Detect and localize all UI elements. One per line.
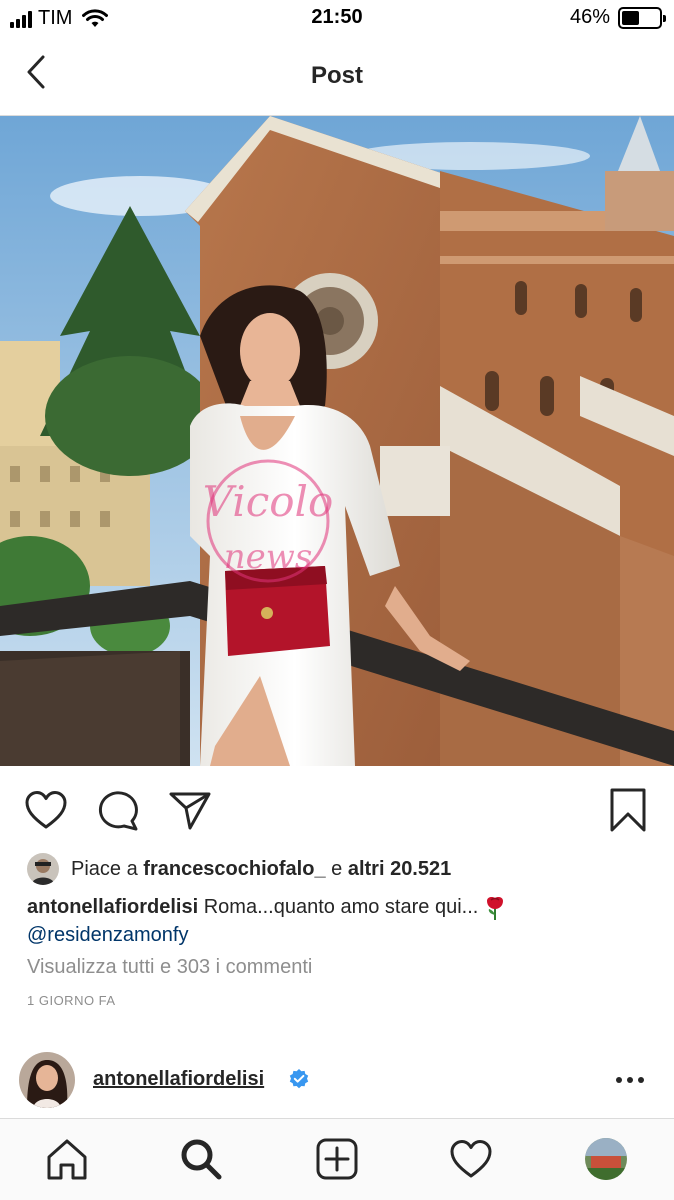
search-icon bbox=[181, 1139, 222, 1180]
watermark-line1: Vicolo bbox=[203, 477, 334, 526]
rose-emoji-icon bbox=[487, 896, 504, 920]
profile-avatar bbox=[585, 1138, 627, 1180]
like-button[interactable] bbox=[22, 786, 70, 834]
next-post-username[interactable]: antonellafiordelisi bbox=[93, 1068, 264, 1091]
bottom-tab-bar bbox=[0, 1118, 674, 1200]
tab-search[interactable] bbox=[173, 1133, 229, 1185]
activity-heart-icon bbox=[450, 1140, 492, 1178]
save-button[interactable] bbox=[604, 786, 652, 834]
status-bar: TIM 21:50 46% bbox=[0, 0, 674, 38]
tab-new-post[interactable] bbox=[309, 1133, 365, 1185]
view-all-comments-link[interactable]: Visualizza tutti e 303 i commenti bbox=[27, 956, 312, 979]
post-timestamp: 1 GIORNO FA bbox=[27, 993, 116, 1008]
post-caption: antonellafiordelisi Roma...quanto amo st… bbox=[27, 893, 647, 949]
navigation-bar: Post bbox=[0, 38, 674, 116]
caption-mention[interactable]: @residenzamonfy bbox=[27, 924, 188, 946]
likes-connector: e bbox=[331, 857, 343, 880]
comment-bubble-icon bbox=[98, 791, 138, 831]
more-horizontal-icon bbox=[616, 1077, 644, 1083]
battery-percent: 46% bbox=[569, 6, 610, 28]
heart-icon bbox=[25, 791, 67, 829]
tab-home[interactable] bbox=[39, 1133, 95, 1185]
likes-summary[interactable]: Piace a francescochiofalo_ e altri 20.52… bbox=[27, 853, 451, 885]
watermark-line2: news bbox=[224, 537, 313, 577]
status-right: 46% bbox=[569, 6, 666, 29]
post-photo[interactable]: Vicolo news bbox=[0, 116, 674, 766]
comment-button[interactable] bbox=[94, 786, 142, 834]
page-title: Post bbox=[310, 62, 363, 89]
share-button[interactable] bbox=[166, 786, 214, 834]
tab-activity[interactable] bbox=[443, 1133, 499, 1185]
battery-fill bbox=[622, 10, 639, 25]
caption-username[interactable]: antonellafiordelisi bbox=[27, 896, 198, 918]
tab-profile[interactable] bbox=[578, 1133, 634, 1185]
new-post-icon bbox=[316, 1138, 358, 1180]
post-photo-illustration: Vicolo news bbox=[0, 116, 674, 766]
home-icon bbox=[47, 1139, 87, 1180]
bookmark-icon bbox=[610, 788, 646, 832]
next-post-header: antonellafiordelisi bbox=[0, 1046, 674, 1116]
next-post-avatar[interactable] bbox=[19, 1052, 75, 1108]
paper-plane-icon bbox=[169, 792, 211, 830]
liker-avatar[interactable] bbox=[27, 853, 59, 885]
likes-others[interactable]: altri 20.521 bbox=[348, 858, 451, 881]
liker-username[interactable]: francescochiofalo_ bbox=[143, 858, 325, 881]
more-options-button[interactable] bbox=[610, 1066, 650, 1094]
verified-badge-icon bbox=[289, 1069, 309, 1089]
likes-prefix: Piace a bbox=[71, 857, 138, 880]
post-actions bbox=[0, 780, 674, 840]
caption-text: Roma...quanto amo stare qui... bbox=[203, 896, 479, 918]
battery-icon bbox=[618, 6, 666, 29]
